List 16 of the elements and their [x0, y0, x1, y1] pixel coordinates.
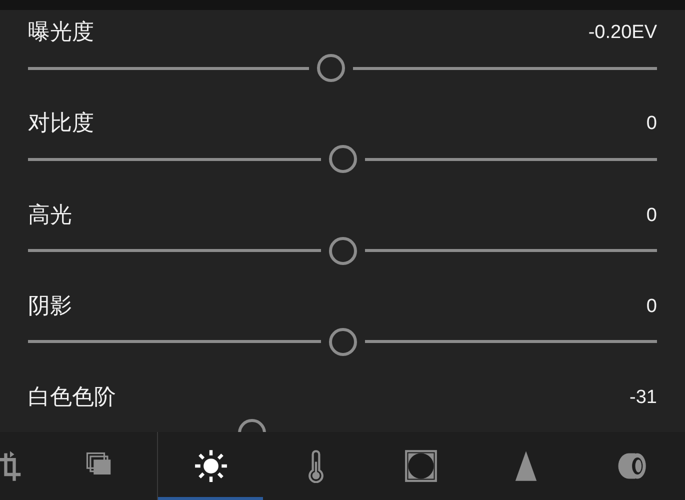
adjustment-value: -31: [630, 386, 657, 410]
slider-thumb[interactable]: [316, 54, 345, 82]
adjustment-value: 0: [646, 112, 657, 136]
adjustment-value: 0: [646, 294, 657, 319]
adjustment-label: 白色色阶: [28, 384, 116, 412]
adjustment-label: 曝光度: [28, 19, 94, 47]
sun-icon: [194, 449, 228, 483]
adjustment-label: 对比度: [28, 110, 94, 138]
vignette-icon: [404, 449, 438, 483]
slider-thumb[interactable]: [328, 328, 356, 356]
adjustment-label: 阴影: [28, 292, 72, 321]
slider-thumb[interactable]: [328, 236, 356, 265]
adjustment-label: 高光: [28, 202, 72, 230]
adjustment-value: 0: [646, 204, 657, 228]
slider-thumb[interactable]: [328, 145, 356, 174]
adjustment-value: -0.20EV: [588, 21, 657, 45]
